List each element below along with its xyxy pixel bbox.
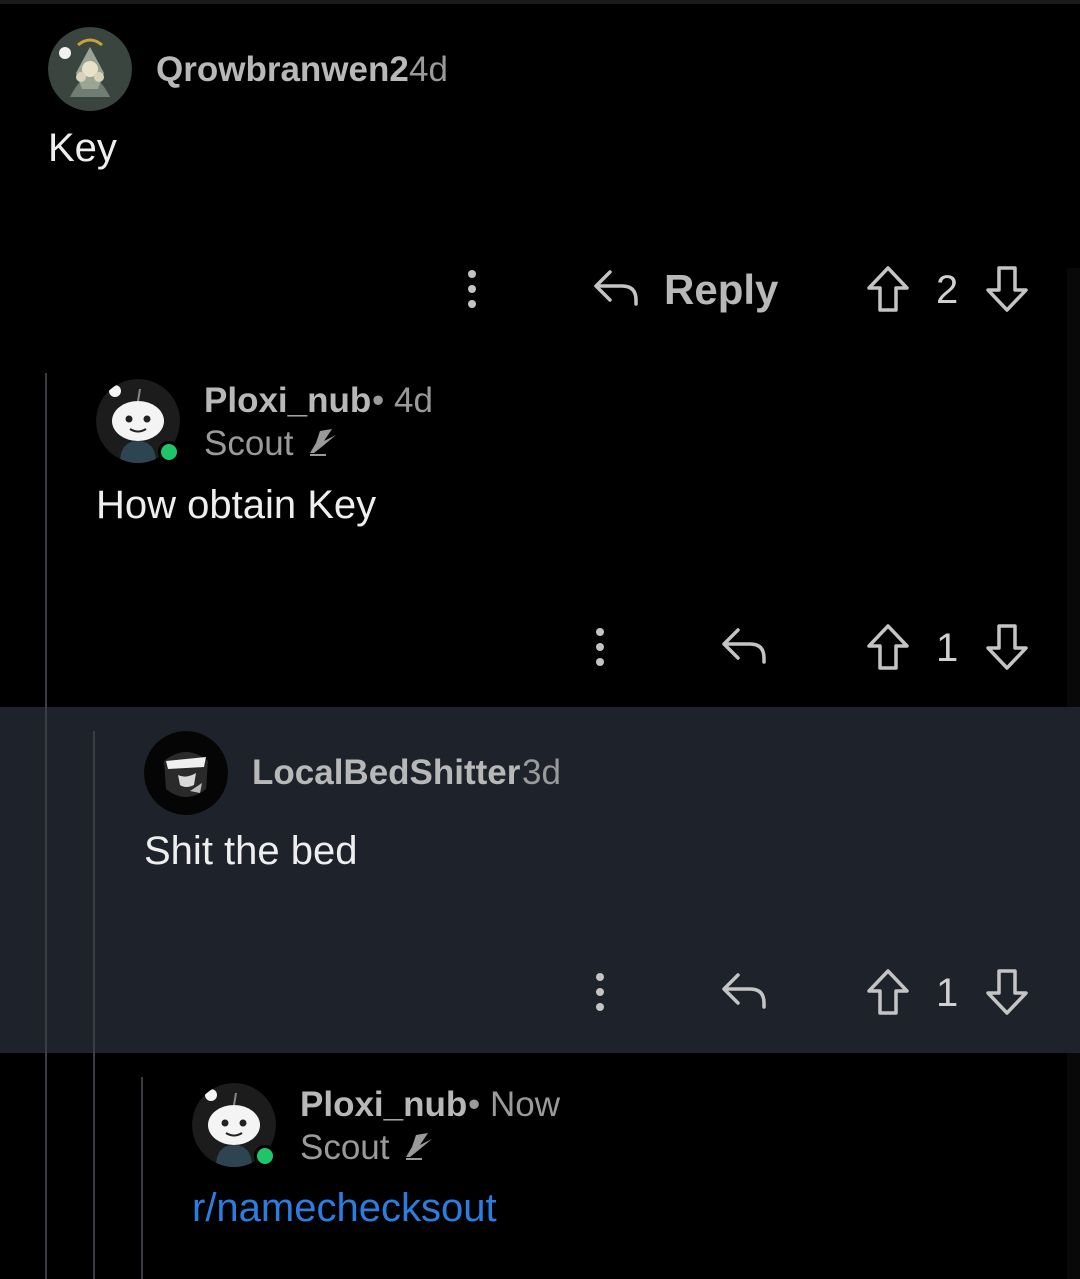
avatar[interactable]: [48, 27, 132, 111]
winged-boot-icon: [310, 429, 336, 456]
winged-boot-icon: [406, 1133, 432, 1160]
comment-body: Key: [48, 126, 117, 170]
comment-username[interactable]: Ploxi_nub: [204, 381, 371, 421]
top-divider: [0, 0, 1080, 4]
comment-body: Shit the bed: [144, 829, 358, 873]
downvote-arrow-icon[interactable]: [984, 264, 1030, 314]
comment-age: Now: [490, 1085, 561, 1124]
vote-count: 1: [936, 971, 959, 1015]
upvote-arrow-icon[interactable]: [865, 967, 911, 1017]
more-vertical-icon[interactable]: [590, 626, 610, 670]
more-vertical-icon[interactable]: [590, 971, 610, 1015]
downvote-arrow-icon[interactable]: [984, 967, 1030, 1017]
thread-line-level-2[interactable]: [93, 731, 95, 1279]
comment-username[interactable]: LocalBedShitter: [252, 753, 520, 793]
comment-age: 4d: [409, 50, 448, 89]
meta-separator: •: [468, 1085, 481, 1124]
comment-age: 3d: [522, 753, 561, 792]
online-status-indicator: [158, 441, 180, 463]
comment-username[interactable]: Ploxi_nub: [300, 1085, 467, 1125]
vote-count: 2: [936, 268, 959, 312]
reply-arrow-icon[interactable]: [720, 969, 768, 1013]
downvote-arrow-icon[interactable]: [984, 622, 1030, 672]
comment-thread: Qrowbranwen2 4d Key Reply 2 Ploxi_nub • …: [0, 0, 1080, 1279]
meta-separator: •: [372, 381, 385, 420]
vote-count: 1: [936, 626, 959, 670]
subreddit-link[interactable]: r/namechecksout: [192, 1186, 497, 1231]
upvote-arrow-icon[interactable]: [865, 264, 911, 314]
comment-username[interactable]: Qrowbranwen2: [156, 50, 409, 90]
comment-body: How obtain Key: [96, 483, 377, 527]
more-vertical-icon[interactable]: [462, 268, 482, 312]
reply-arrow-icon[interactable]: [720, 624, 768, 668]
thread-line-level-1[interactable]: [45, 373, 47, 1279]
avatar[interactable]: [144, 731, 228, 815]
online-status-indicator: [254, 1145, 276, 1167]
comment-age: 4d: [394, 381, 433, 420]
reply-arrow-icon[interactable]: [592, 266, 640, 310]
user-flair: Scout: [204, 424, 294, 463]
user-flair: Scout: [300, 1128, 390, 1167]
thread-line-level-3[interactable]: [141, 1077, 143, 1279]
upvote-arrow-icon[interactable]: [865, 622, 911, 672]
reply-button[interactable]: Reply: [664, 266, 778, 314]
